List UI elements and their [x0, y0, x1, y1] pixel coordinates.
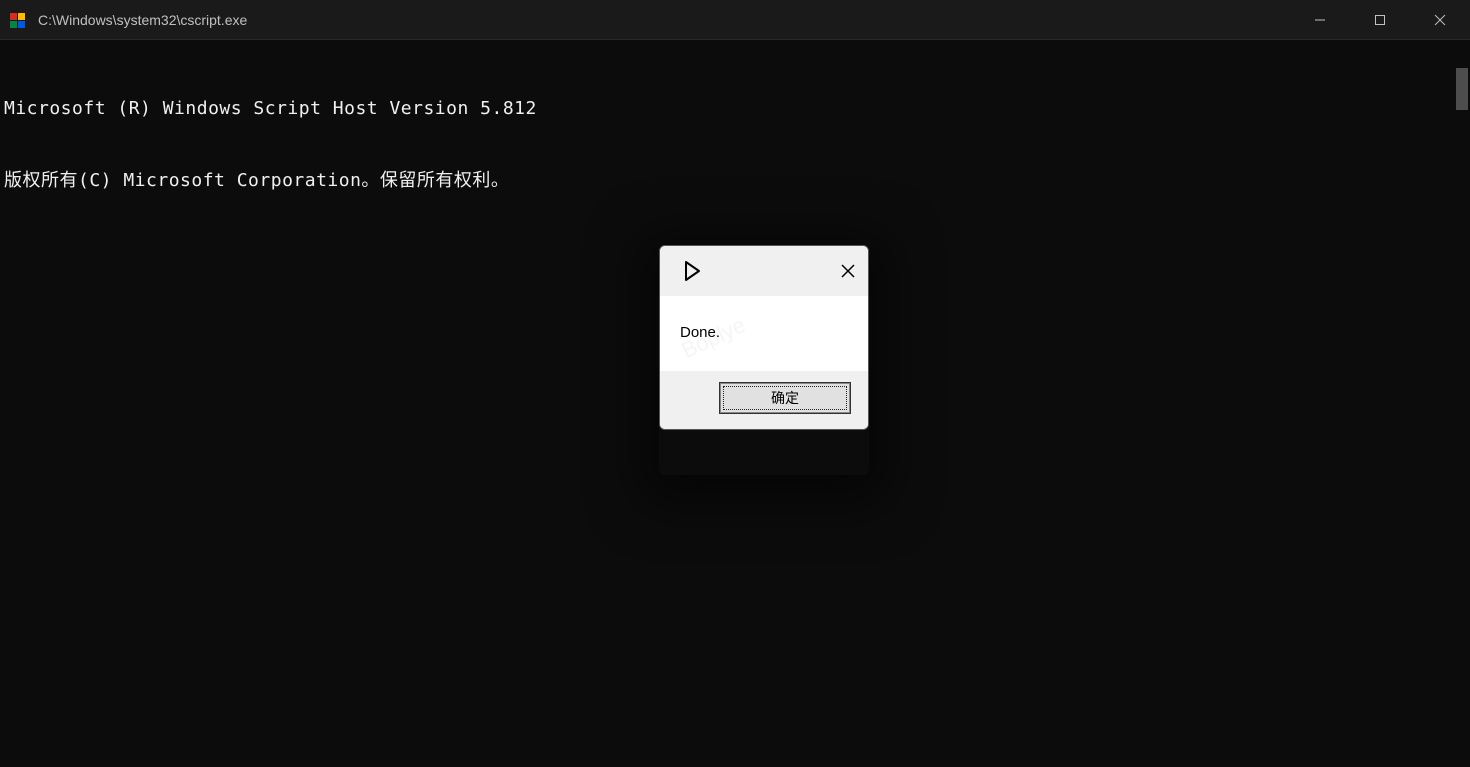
dialog-close-button[interactable] [838, 261, 858, 281]
minimize-button[interactable] [1290, 0, 1350, 39]
maximize-button[interactable] [1350, 0, 1410, 39]
dialog-message: Done. [680, 324, 848, 341]
dialog-app-icon [678, 258, 704, 284]
console-line-1: Microsoft (R) Windows Script Host Versio… [4, 97, 1466, 121]
dialog-footer: 确定 [660, 371, 868, 429]
scrollbar-thumb[interactable] [1456, 68, 1468, 110]
close-button[interactable] [1410, 0, 1470, 39]
console-line-2: 版权所有(C) Microsoft Corporation。保留所有权利。 [4, 169, 1466, 193]
message-dialog: Done. 确定 [659, 245, 869, 430]
app-icon [8, 10, 28, 30]
title-bar: C:\Windows\system32\cscript.exe [0, 0, 1470, 40]
ok-button[interactable]: 确定 [720, 383, 850, 413]
window-controls [1290, 0, 1470, 39]
dialog-titlebar [660, 246, 868, 296]
dialog-body: Done. [660, 296, 868, 371]
window-title: C:\Windows\system32\cscript.exe [38, 12, 1290, 28]
